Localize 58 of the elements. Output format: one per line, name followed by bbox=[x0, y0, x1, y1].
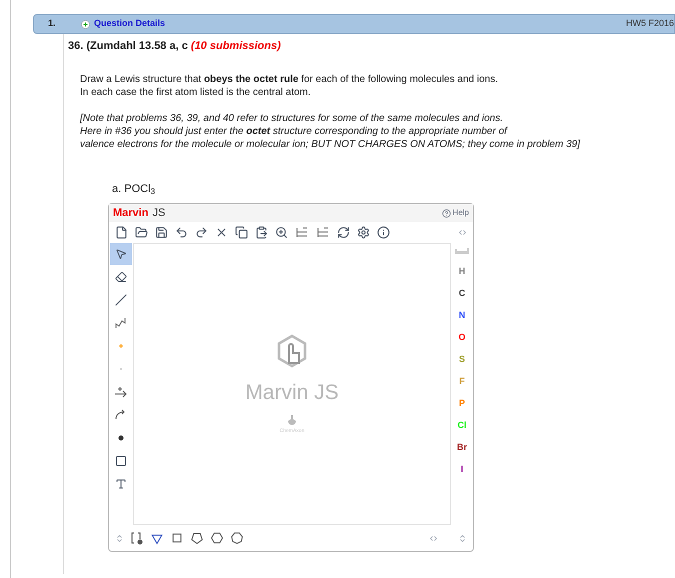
element-button[interactable]: O bbox=[458, 331, 466, 343]
watermark-title: Marvin JS bbox=[245, 380, 339, 406]
help-link[interactable]: Help bbox=[452, 207, 469, 219]
bracket-icon[interactable] bbox=[130, 531, 144, 545]
editor-brand-suffix: JS bbox=[152, 206, 166, 221]
new-icon[interactable] bbox=[115, 226, 128, 239]
scroll-icon[interactable] bbox=[458, 228, 467, 237]
element-button[interactable]: C bbox=[458, 287, 466, 299]
instruction-text: Draw a Lewis structure that obeys the octet rule for each of the following molecules and ions. bbox=[80, 72, 499, 86]
element-button[interactable]: P bbox=[458, 397, 465, 409]
settings-icon[interactable] bbox=[357, 226, 370, 239]
element-button[interactable]: N bbox=[458, 309, 466, 321]
bond-icon bbox=[115, 294, 127, 306]
text-icon bbox=[115, 478, 127, 490]
ring-template-icon[interactable] bbox=[190, 531, 204, 545]
clean-icon[interactable] bbox=[316, 226, 330, 239]
editor-brand: Marvin bbox=[113, 206, 148, 221]
instruction-text: In each case the first atom listed is the central atom. bbox=[80, 86, 312, 98]
flask-icon bbox=[286, 414, 298, 428]
scroll-icon[interactable] bbox=[458, 534, 467, 542]
undo-icon[interactable] bbox=[175, 226, 188, 239]
element-button[interactable]: S bbox=[458, 353, 465, 365]
save-icon[interactable] bbox=[155, 226, 168, 239]
select-tool[interactable] bbox=[110, 243, 132, 265]
ring-template-icon[interactable] bbox=[210, 531, 224, 545]
chain-icon bbox=[115, 317, 127, 329]
note-text: [Note that problems 36, 39, and 40 refer to structures for some of the same molecules and ions. bbox=[80, 112, 504, 124]
rectangle-icon bbox=[115, 455, 127, 467]
element-button[interactable]: Br bbox=[456, 441, 467, 453]
erase-icon bbox=[115, 271, 127, 283]
help-icon[interactable] bbox=[442, 208, 451, 218]
clean-icon[interactable] bbox=[295, 226, 309, 239]
aromatize-icon[interactable] bbox=[337, 226, 350, 239]
note-text: Here in #36 you should just enter the octet structure corresponding to the appropriate number of bbox=[80, 124, 509, 138]
select-icon bbox=[115, 248, 127, 260]
question-number: 1. bbox=[48, 17, 57, 30]
element-button[interactable]: I bbox=[460, 463, 464, 475]
info-icon[interactable] bbox=[377, 226, 390, 239]
scroll-icon[interactable] bbox=[115, 534, 124, 542]
zoom-icon[interactable] bbox=[275, 226, 288, 239]
cut-icon[interactable] bbox=[215, 226, 228, 239]
question-details-link[interactable]: Question Details bbox=[94, 17, 166, 31]
paste-icon[interactable] bbox=[255, 226, 268, 239]
course-label: HW5 F2016 bbox=[626, 17, 674, 30]
redo-icon[interactable] bbox=[195, 226, 208, 239]
question-title: 36. (Zumdahl 13.58 a, c (10 submissions) bbox=[68, 39, 282, 54]
open-icon[interactable] bbox=[135, 226, 148, 239]
ring-template-icon[interactable] bbox=[230, 531, 244, 545]
element-button[interactable]: F bbox=[459, 375, 465, 387]
part-label: a. POCl$_{3}$ bbox=[112, 182, 156, 197]
ring-template-icon[interactable] bbox=[170, 531, 184, 545]
periodic-table-icon[interactable] bbox=[455, 247, 469, 255]
scroll-icon[interactable] bbox=[429, 534, 438, 542]
copy-icon[interactable] bbox=[235, 226, 248, 239]
reaction-icon bbox=[114, 386, 128, 398]
expand-icon[interactable] bbox=[81, 20, 90, 28]
note-text: valence electrons for the molecule or molecular ion; BUT NOT CHARGES ON ATOMS; they come in problem 39] bbox=[80, 138, 582, 150]
element-button[interactable]: H bbox=[458, 265, 466, 277]
